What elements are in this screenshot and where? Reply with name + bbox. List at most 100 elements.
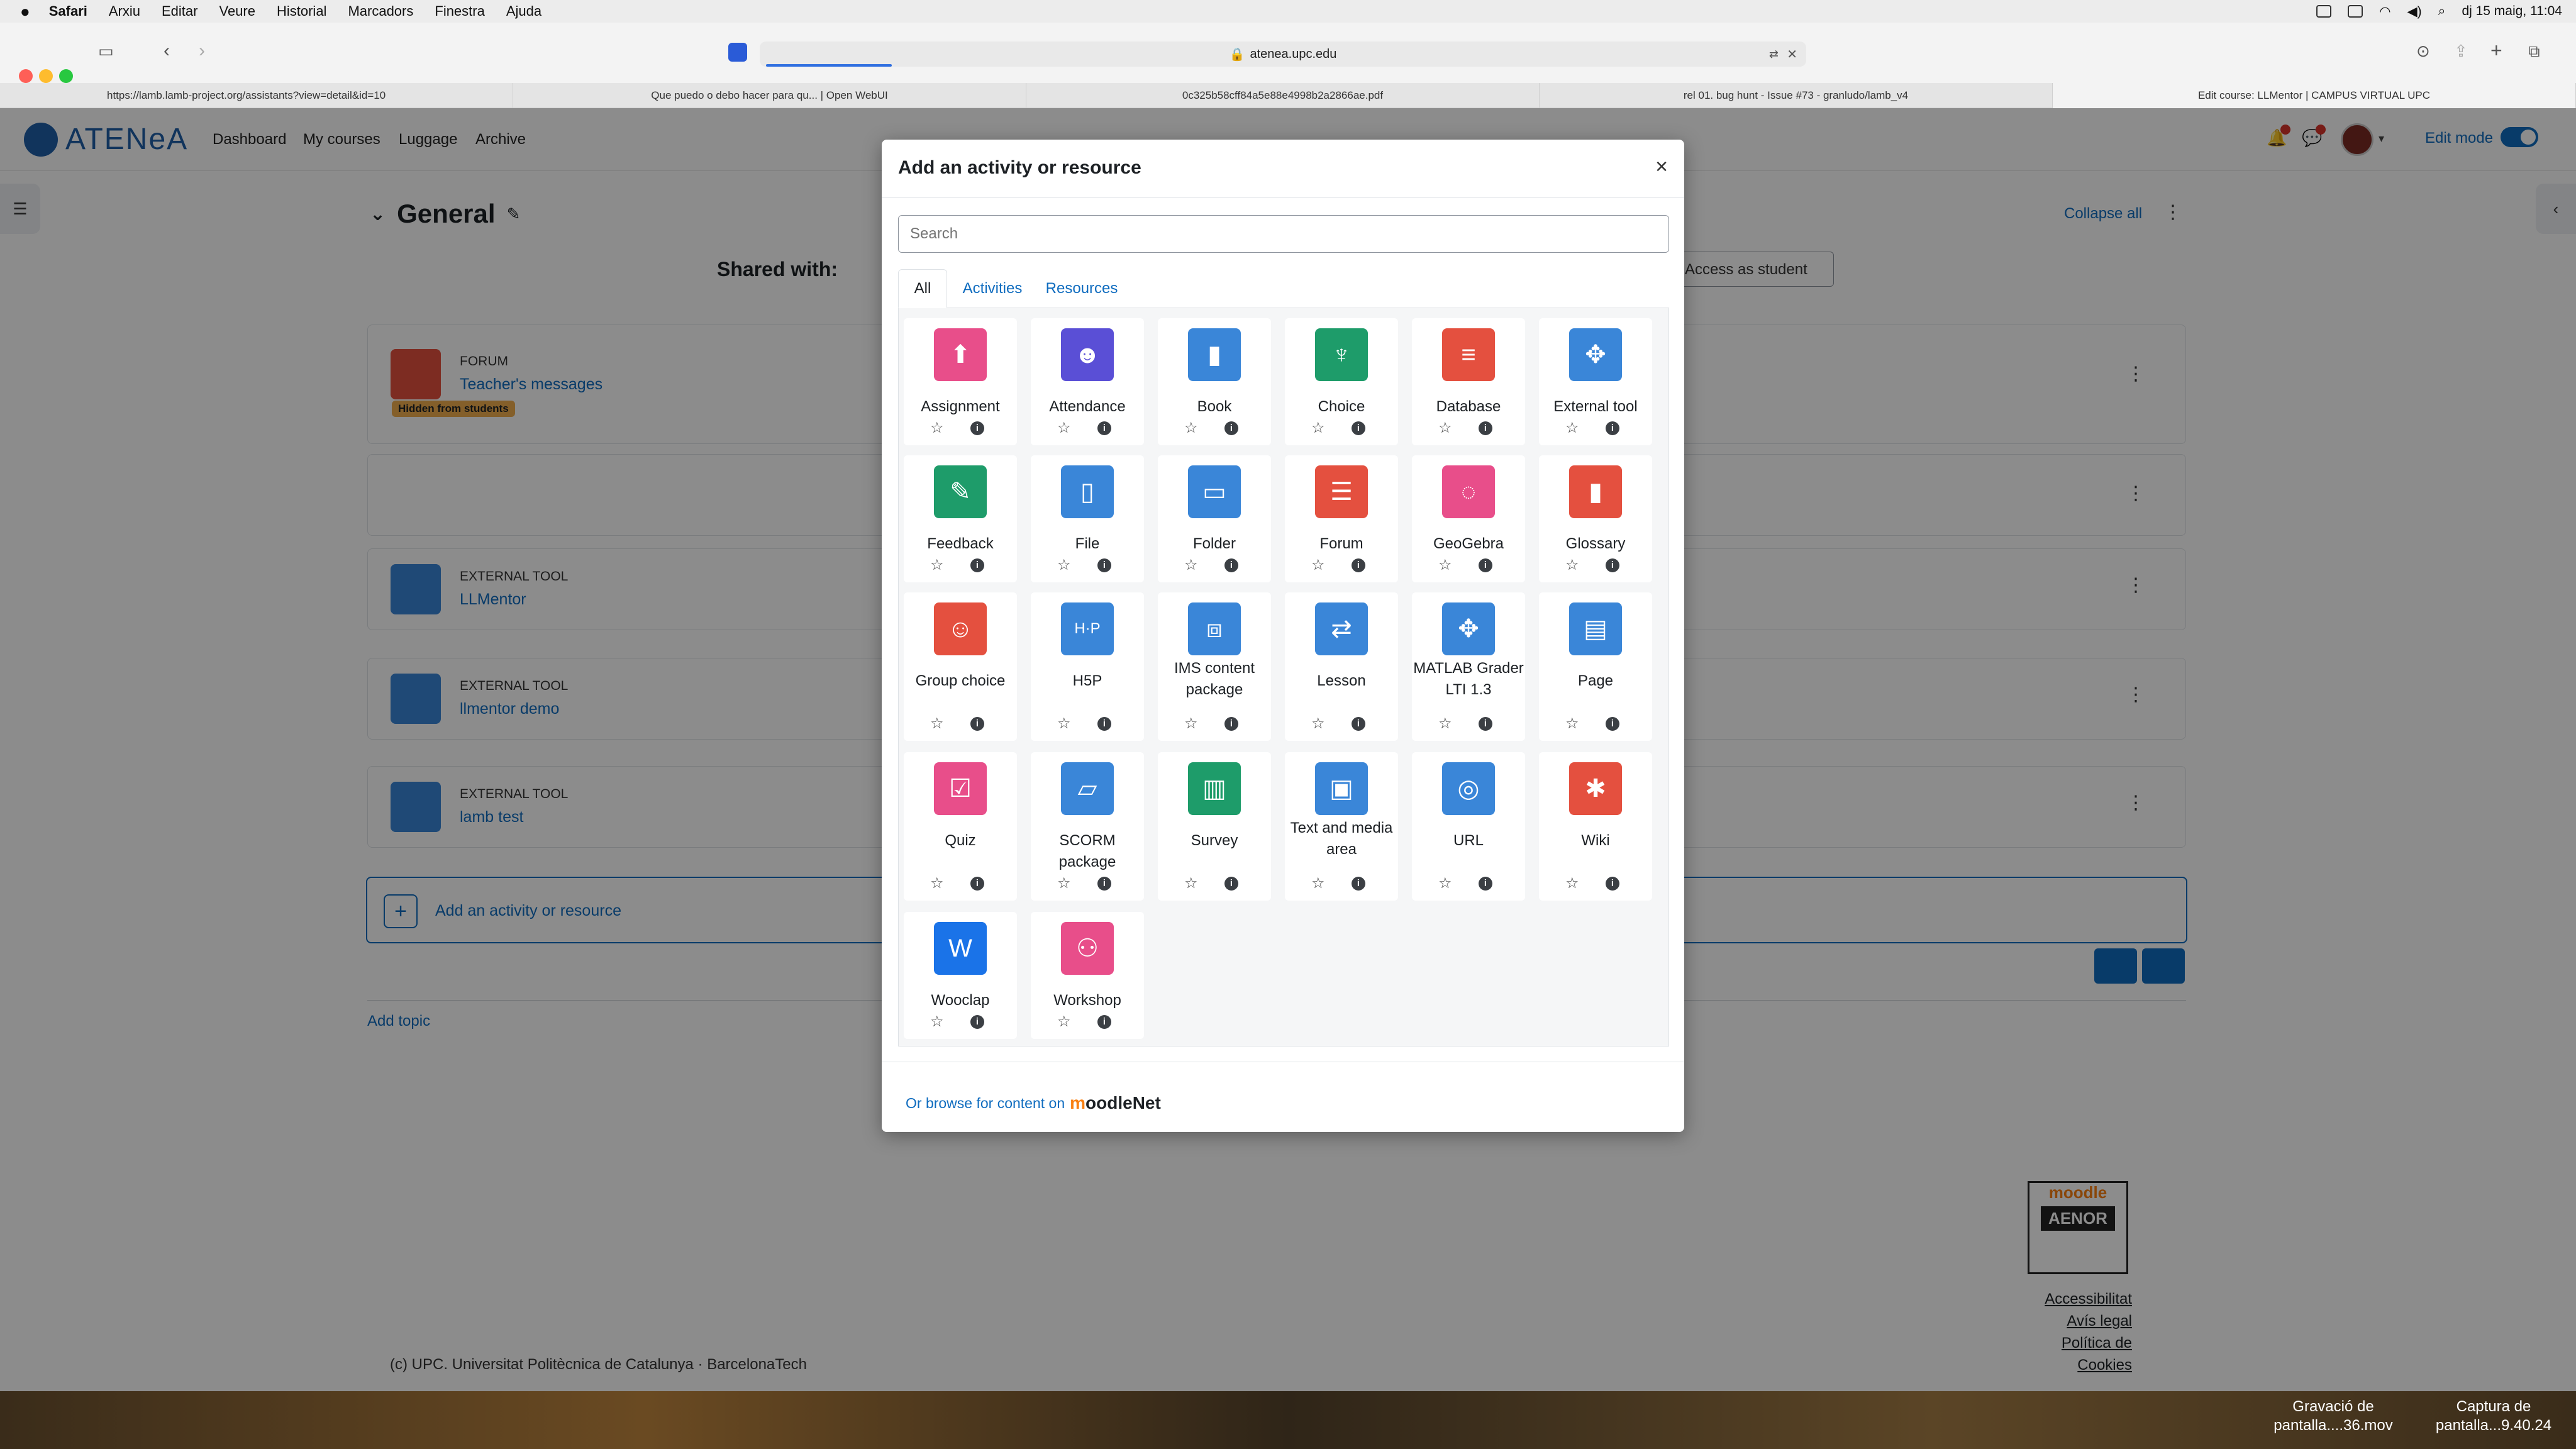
star-icon[interactable]: ☆ bbox=[930, 556, 944, 574]
chooser-item[interactable]: ▮ Book ☆ i bbox=[1158, 318, 1271, 445]
info-icon[interactable]: i bbox=[1606, 717, 1619, 731]
zoom-window-icon[interactable] bbox=[59, 69, 73, 83]
chooser-item[interactable]: ⇄ Lesson ☆ i bbox=[1285, 592, 1398, 741]
info-icon[interactable]: i bbox=[1479, 421, 1492, 435]
chooser-item[interactable]: ☻ Attendance ☆ i bbox=[1031, 318, 1144, 445]
chooser-item[interactable]: H·P H5P ☆ i bbox=[1031, 592, 1144, 741]
menu-marcadors[interactable]: Marcadors bbox=[348, 3, 413, 19]
chooser-item[interactable]: ≡ Database ☆ i bbox=[1412, 318, 1525, 445]
back-icon[interactable]: ‹ bbox=[164, 40, 170, 62]
chooser-item[interactable]: ⬆ Assignment ☆ i bbox=[904, 318, 1017, 445]
star-icon[interactable]: ☆ bbox=[1565, 874, 1579, 892]
info-icon[interactable]: i bbox=[1606, 421, 1619, 435]
close-icon[interactable]: × bbox=[1655, 155, 1668, 179]
info-icon[interactable]: i bbox=[1479, 558, 1492, 572]
info-icon[interactable]: i bbox=[1224, 421, 1238, 435]
chooser-item[interactable]: ▤ Page ☆ i bbox=[1539, 592, 1652, 741]
chooser-item[interactable]: ◌ GeoGebra ☆ i bbox=[1412, 455, 1525, 582]
star-icon[interactable]: ☆ bbox=[1438, 714, 1452, 733]
close-window-icon[interactable] bbox=[19, 69, 33, 83]
chooser-item[interactable]: ☰ Forum ☆ i bbox=[1285, 455, 1398, 582]
info-icon[interactable]: i bbox=[970, 421, 984, 435]
info-icon[interactable]: i bbox=[1097, 1015, 1111, 1029]
tab-activities[interactable]: Activities bbox=[955, 269, 1030, 308]
star-icon[interactable]: ☆ bbox=[1565, 714, 1579, 733]
stop-loading-icon[interactable]: ✕ bbox=[1787, 47, 1797, 62]
star-icon[interactable]: ☆ bbox=[1057, 556, 1071, 574]
star-icon[interactable]: ☆ bbox=[1311, 874, 1325, 892]
desktop-file-screenshot[interactable]: Captura de pantalla...9.40.24 bbox=[2428, 1397, 2560, 1435]
screen-record-icon[interactable] bbox=[2316, 5, 2332, 18]
info-icon[interactable]: i bbox=[1097, 717, 1111, 731]
info-icon[interactable]: i bbox=[1606, 558, 1619, 572]
star-icon[interactable]: ☆ bbox=[1184, 714, 1198, 733]
star-icon[interactable]: ☆ bbox=[1184, 874, 1198, 892]
tab-overview-icon[interactable]: ⧉ bbox=[2528, 42, 2540, 62]
info-icon[interactable]: i bbox=[1479, 717, 1492, 731]
sidebar-icon[interactable]: ▭ bbox=[98, 42, 114, 61]
desktop-file-recording[interactable]: Gravació de pantalla....36.mov bbox=[2270, 1397, 2396, 1435]
chooser-item[interactable]: W Wooclap ☆ i bbox=[904, 912, 1017, 1039]
info-icon[interactable]: i bbox=[970, 717, 984, 731]
menu-finestra[interactable]: Finestra bbox=[435, 3, 484, 19]
star-icon[interactable]: ☆ bbox=[1057, 419, 1071, 437]
star-icon[interactable]: ☆ bbox=[1057, 874, 1071, 892]
menu-historial[interactable]: Historial bbox=[277, 3, 326, 19]
chooser-item[interactable]: ✥ MATLAB Grader LTI 1.3 ☆ i bbox=[1412, 592, 1525, 741]
star-icon[interactable]: ☆ bbox=[1057, 714, 1071, 733]
menu-safari[interactable]: Safari bbox=[49, 3, 87, 19]
tab-all[interactable]: All bbox=[898, 269, 947, 308]
info-icon[interactable]: i bbox=[1224, 558, 1238, 572]
downloads-icon[interactable]: ⊙ bbox=[2416, 42, 2430, 61]
star-icon[interactable]: ☆ bbox=[930, 714, 944, 733]
star-icon[interactable]: ☆ bbox=[930, 419, 944, 437]
info-icon[interactable]: i bbox=[1479, 877, 1492, 891]
star-icon[interactable]: ☆ bbox=[1057, 1013, 1071, 1031]
menu-arxiu[interactable]: Arxiu bbox=[109, 3, 140, 19]
star-icon[interactable]: ☆ bbox=[1438, 874, 1452, 892]
info-icon[interactable]: i bbox=[1224, 877, 1238, 891]
address-bar[interactable]: 🔒 atenea.upc.edu ⇄ ✕ bbox=[760, 42, 1806, 67]
menu-editar[interactable]: Editar bbox=[162, 3, 197, 19]
star-icon[interactable]: ☆ bbox=[1565, 556, 1579, 574]
star-icon[interactable]: ☆ bbox=[930, 874, 944, 892]
chooser-item[interactable]: ▣ Text and media area ☆ i bbox=[1285, 752, 1398, 901]
chooser-item[interactable]: ✥ External tool ☆ i bbox=[1539, 318, 1652, 445]
menu-ajuda[interactable]: Ajuda bbox=[506, 3, 541, 19]
tab-open-webui[interactable]: Que puedo o debo hacer para qu... | Open… bbox=[513, 83, 1026, 108]
tab-edit-course[interactable]: Edit course: LLMentor | CAMPUS VIRTUAL U… bbox=[2053, 83, 2576, 108]
forward-icon[interactable]: › bbox=[199, 40, 205, 62]
info-icon[interactable]: i bbox=[1352, 558, 1365, 572]
star-icon[interactable]: ☆ bbox=[1184, 419, 1198, 437]
wifi-icon[interactable]: ◠ bbox=[2379, 4, 2390, 19]
translate-icon[interactable]: ⇄ bbox=[1769, 48, 1779, 61]
chooser-item[interactable]: ✎ Feedback ☆ i bbox=[904, 455, 1017, 582]
chooser-item[interactable]: ◎ URL ☆ i bbox=[1412, 752, 1525, 901]
chooser-item[interactable]: ✱ Wiki ☆ i bbox=[1539, 752, 1652, 901]
status-icon[interactable] bbox=[2348, 5, 2363, 18]
clock[interactable]: dj 15 maig, 11:04 bbox=[2462, 4, 2562, 19]
star-icon[interactable]: ☆ bbox=[1311, 419, 1325, 437]
info-icon[interactable]: i bbox=[970, 558, 984, 572]
search-input[interactable] bbox=[898, 215, 1669, 253]
info-icon[interactable]: i bbox=[1097, 877, 1111, 891]
info-icon[interactable]: i bbox=[1352, 877, 1365, 891]
tab-pdf[interactable]: 0c325b58cff84a5e88e4998b2a2866ae.pdf bbox=[1026, 83, 1540, 108]
chooser-item[interactable]: ▱ SCORM package ☆ i bbox=[1031, 752, 1144, 901]
chooser-item[interactable]: ☺ Group choice ☆ i bbox=[904, 592, 1017, 741]
chooser-item[interactable]: ☑ Quiz ☆ i bbox=[904, 752, 1017, 901]
tab-github-issue[interactable]: rel 01. bug hunt - Issue #73 - granludo/… bbox=[1540, 83, 2053, 108]
star-icon[interactable]: ☆ bbox=[930, 1013, 944, 1031]
chooser-item[interactable]: ▥ Survey ☆ i bbox=[1158, 752, 1271, 901]
star-icon[interactable]: ☆ bbox=[1438, 419, 1452, 437]
moodlenet-browse-link[interactable]: Or browse for content on moodleNet bbox=[906, 1093, 1161, 1113]
search-icon[interactable]: ⌕ bbox=[2438, 4, 2446, 19]
info-icon[interactable]: i bbox=[1352, 421, 1365, 435]
share-icon[interactable]: ⇪ bbox=[2454, 42, 2468, 61]
info-icon[interactable]: i bbox=[1097, 421, 1111, 435]
info-icon[interactable]: i bbox=[1606, 877, 1619, 891]
tab-resources[interactable]: Resources bbox=[1038, 269, 1126, 308]
apple-menu-icon[interactable]: ● bbox=[20, 2, 30, 21]
chooser-item[interactable]: ⚇ Workshop ☆ i bbox=[1031, 912, 1144, 1039]
info-icon[interactable]: i bbox=[1097, 558, 1111, 572]
